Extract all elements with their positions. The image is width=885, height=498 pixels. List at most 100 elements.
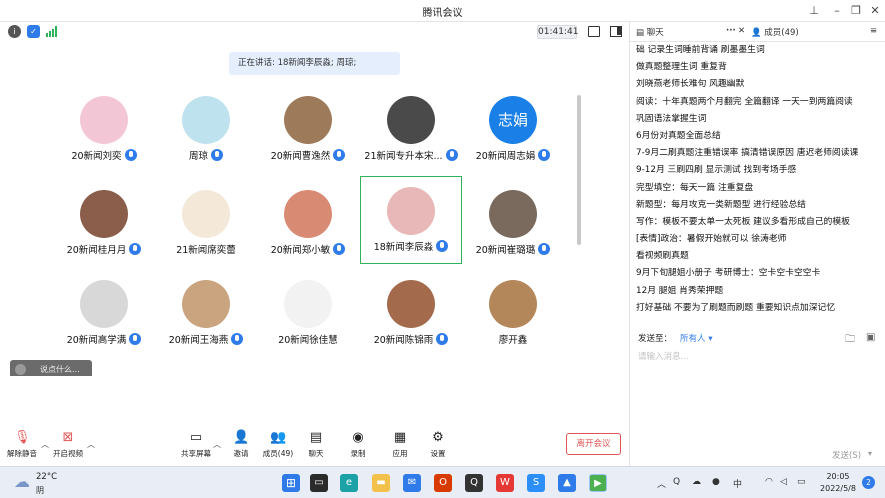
meeting-info-bar: i ✓ 01:41:41 xyxy=(0,22,628,42)
participant-name: 20新闻徐佳慧 xyxy=(278,335,338,346)
participant-tile[interactable]: 20新闻徐佳慧 xyxy=(258,270,358,356)
mic-icon xyxy=(445,149,458,161)
leave-meeting-button[interactable]: 离开会议 xyxy=(566,433,621,455)
layout-icon[interactable] xyxy=(610,26,622,37)
avatar xyxy=(489,190,537,238)
send-button[interactable]: 发送(S) xyxy=(832,449,861,461)
participant-tile[interactable]: 廖开鑫 xyxy=(463,270,563,356)
fullscreen-icon[interactable] xyxy=(588,26,600,37)
participant-name: 20新闻刘奕 xyxy=(54,148,154,162)
clock-date[interactable]: 2022/5/8 xyxy=(816,484,860,493)
volume-icon[interactable]: ◁ xyxy=(780,477,787,487)
send-options-chevron-icon[interactable]: ▾ xyxy=(868,449,872,458)
battery-icon[interactable]: ▭ xyxy=(797,477,806,487)
members-button[interactable]: 👥 成员(49) xyxy=(258,431,298,459)
record-button[interactable]: ◉ 录制 xyxy=(338,431,378,459)
chat-message: 完型填空：每天一篇 注重复盘 xyxy=(636,182,754,193)
send-to-dropdown[interactable]: 所有人 ▾ xyxy=(680,334,712,344)
apps-button[interactable]: ▦ 应用 xyxy=(380,431,420,459)
chat-message: 打好基础 不要为了刷题而刷题 重要知识点加深记忆 xyxy=(636,302,836,313)
start-icon[interactable]: ⊞ xyxy=(282,474,300,492)
participant-name: 周琼 xyxy=(156,148,256,162)
message-input[interactable]: 请输入消息... xyxy=(638,350,689,362)
share-screen-icon: ▭ xyxy=(189,430,203,445)
participant-tile[interactable]: 20新闻刘奕 xyxy=(54,86,154,172)
mic-icon xyxy=(333,243,346,255)
participant-name: 20新闻曹逸然 xyxy=(258,148,358,162)
close-button[interactable]: ✕ xyxy=(864,2,885,20)
wifi-icon[interactable]: ◠ xyxy=(765,477,773,487)
clipboard-icon[interactable]: ▣ xyxy=(866,332,875,343)
qq-icon[interactable]: Q xyxy=(465,474,483,492)
participant-tile[interactable]: 20新闻王海燕 xyxy=(156,270,256,356)
taskview-icon[interactable]: ▭ xyxy=(310,474,328,492)
info-icon[interactable]: i xyxy=(8,25,21,38)
explorer-icon[interactable]: ▬ xyxy=(372,474,390,492)
participant-tile[interactable]: 20新闻崔璐璐 xyxy=(463,180,563,266)
tray-chevron-icon[interactable]: ︿ xyxy=(657,477,666,490)
mute-button[interactable]: 🎙 解除静音 xyxy=(2,431,42,459)
weather-icon: ☁ xyxy=(14,472,30,491)
participant-tile[interactable]: 20新闻陈锦雨 xyxy=(361,270,461,356)
chat-message: 12月 腿姐 肖秀荣押题 xyxy=(636,285,724,296)
participant-tile[interactable]: 20新闻高学满 xyxy=(54,270,154,356)
apps-icon: ▦ xyxy=(393,430,407,445)
weather-desc: 阴 xyxy=(36,486,44,495)
tab-members[interactable]: 👤 成员(49) xyxy=(751,26,799,38)
signal-icon[interactable] xyxy=(46,26,58,37)
participant-tile[interactable]: 20新闻郑小敏 xyxy=(258,180,358,266)
mic-icon xyxy=(129,333,142,345)
share-options-chevron-icon[interactable]: ︿ xyxy=(213,439,221,450)
invite-button[interactable]: 👤 邀请 xyxy=(221,431,261,459)
chat-messages: 础 记录生词睡前背诵 刷墨墨生词 做真题整理生词 重复背 刘晓燕老师长难句 风趣幽默… xyxy=(636,42,882,324)
video-button[interactable]: ⊠ 开启视频 xyxy=(48,431,88,459)
tray-chat-icon[interactable]: ● xyxy=(712,477,720,487)
participant-tile[interactable]: 21新闻专升本宋... xyxy=(361,86,461,172)
shield-icon[interactable]: ✓ xyxy=(27,25,40,38)
video-options-chevron-icon[interactable]: ︿ xyxy=(87,439,95,450)
quick-chat-input[interactable]: 说点什么... xyxy=(10,360,92,376)
office-icon[interactable]: O xyxy=(434,474,452,492)
tray-cloud-icon[interactable]: ☁ xyxy=(692,477,701,487)
chat-message: 刘晓燕老师长难句 风趣幽默 xyxy=(636,79,745,90)
tab-chat[interactable]: ▤ 聊天 xyxy=(636,26,664,38)
avatar xyxy=(182,96,230,144)
mic-icon xyxy=(211,149,223,161)
title-bar: 腾讯会议 ⊥ – ❐ ✕ xyxy=(0,0,885,22)
chat-close-icon[interactable]: ✕ xyxy=(738,26,745,36)
settings-button[interactable]: ⚙ 设置 xyxy=(418,431,458,459)
mic-icon xyxy=(538,149,551,161)
clock-time[interactable]: 20:05 xyxy=(816,472,860,481)
side-tabs: ▤ 聊天 ··· ✕ 👤 成员(49) ≡ xyxy=(630,22,885,42)
avatar xyxy=(80,96,128,144)
mail-icon[interactable]: ✉ xyxy=(403,474,421,492)
participant-name: 廖开鑫 xyxy=(498,335,528,346)
participant-tile[interactable]: 18新闻李辰淼 xyxy=(360,176,462,264)
pin-icon[interactable]: ⊥ xyxy=(803,2,825,20)
participant-tile[interactable]: 志娟 20新闻周志娟 xyxy=(463,86,563,172)
chat-button[interactable]: ▤ 聊天 xyxy=(296,431,336,459)
notification-badge[interactable]: 2 xyxy=(862,476,875,489)
participant-name: 18新闻李辰淼 xyxy=(361,239,461,253)
share-screen-button[interactable]: ▭ 共享屏幕 xyxy=(176,431,216,459)
participant-tile[interactable]: 20新闻曹逸然 xyxy=(258,86,358,172)
folder-icon[interactable]: 🗀 xyxy=(845,332,855,349)
avatar xyxy=(182,190,230,238)
participant-tile[interactable]: 20新闻桂月月 xyxy=(54,180,154,266)
avatar xyxy=(489,280,537,328)
tray-ime-indicator[interactable]: 中 xyxy=(733,477,742,490)
tencent-meeting-icon[interactable]: ▶ xyxy=(589,474,607,492)
edge-icon[interactable]: e xyxy=(340,474,358,492)
participant-tile[interactable]: 21新闻席奕蕾 xyxy=(156,180,256,266)
grid-scrollbar[interactable] xyxy=(577,95,581,245)
photos-icon[interactable]: ▲ xyxy=(558,474,576,492)
chat-more-icon[interactable]: ··· xyxy=(726,26,736,36)
video-grid: 正在讲话: 18新闻李辰淼; 周琼; 20新闻刘奕 周琼 20新闻曹逸然 21新闻专升… xyxy=(0,42,628,376)
chat-message: 做真题整理生词 重复背 xyxy=(636,62,727,73)
wps-icon[interactable]: W xyxy=(496,474,514,492)
avatar xyxy=(387,96,435,144)
sogou-icon[interactable]: S xyxy=(527,474,545,492)
participant-tile[interactable]: 周琼 xyxy=(156,86,256,172)
tray-qq-icon[interactable]: Q xyxy=(673,477,680,487)
menu-icon[interactable]: ≡ xyxy=(870,26,877,36)
